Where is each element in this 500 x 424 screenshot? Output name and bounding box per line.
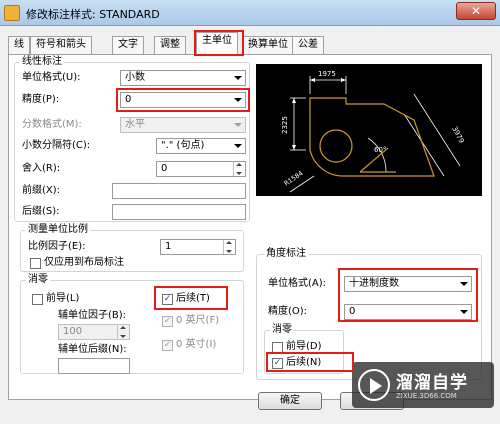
group-angular-title: 角度标注	[264, 248, 308, 260]
roundoff-spinner[interactable]: 0	[156, 161, 246, 177]
decimal-separator-label: 小数分隔符(C):	[22, 140, 91, 151]
watermark-brand: 溜溜自学	[396, 373, 468, 393]
leading-zero-checkbox[interactable]	[32, 294, 43, 305]
angular-unit-format-label: 单位格式(A):	[268, 278, 327, 289]
fraction-format-combo: 水平	[120, 117, 246, 133]
sub-units-factor-value: 100	[63, 326, 83, 337]
decimal-separator-combo[interactable]: "." (句点)	[156, 138, 246, 154]
sub-units-suffix-input[interactable]	[58, 358, 130, 374]
angular-leading-label: 前导(D)	[286, 341, 322, 352]
preview-dim-left: 2325	[281, 116, 289, 134]
tab-alternate-units[interactable]: 换算单位	[242, 36, 294, 54]
preview-drawing: 1975 2325 3979 60° R1584	[281, 70, 466, 193]
inches-zero-label: 0 英寸(I)	[176, 339, 217, 350]
group-linear-title: 线性标注	[20, 56, 64, 68]
prefix-label: 前缀(X):	[22, 185, 61, 196]
close-button[interactable]: ✕	[456, 2, 496, 20]
sub-units-factor-spinner: 100	[58, 324, 130, 340]
angular-precision-label: 精度(O):	[268, 306, 308, 317]
inches-zero-checkbox: ✓	[162, 340, 173, 351]
fraction-format-label: 分数格式(M):	[22, 119, 82, 130]
fraction-format-value: 水平	[125, 119, 145, 130]
angular-precision-combo[interactable]: 0	[344, 304, 472, 320]
trailing-zero-checkbox[interactable]: ✓	[162, 294, 173, 305]
tab-symbols-arrows[interactable]: 符号和箭头	[30, 36, 92, 54]
sub-units-suffix-label: 辅单位后缀(N):	[58, 344, 127, 355]
angular-leading-checkbox[interactable]	[272, 342, 283, 353]
spin-arrows-icon[interactable]	[233, 162, 245, 176]
linear-precision-value: 0	[125, 94, 132, 105]
dimension-preview: 1975 2325 3979 60° R1584	[256, 64, 482, 196]
leading-zero-label: 前导(L)	[46, 293, 80, 304]
scale-factor-label: 比例因子(E):	[28, 241, 86, 252]
suffix-input[interactable]	[112, 204, 246, 220]
chevron-down-icon	[234, 76, 242, 80]
play-logo-icon	[358, 369, 390, 401]
layout-only-checkbox[interactable]	[30, 258, 41, 269]
preview-dim-right: 3979	[450, 125, 465, 144]
group-measurement-scale-title: 测量单位比例	[26, 224, 90, 236]
spin-arrows-icon[interactable]	[223, 240, 235, 254]
tab-fit[interactable]: 调整	[154, 36, 186, 54]
app-icon	[4, 5, 20, 21]
chevron-down-icon	[460, 310, 468, 314]
angular-precision-value: 0	[349, 306, 356, 317]
linear-unit-format-value: 小数	[125, 72, 145, 83]
angular-trailing-checkbox[interactable]: ✓	[272, 358, 283, 369]
angular-trailing-label: 后续(N)	[286, 357, 322, 368]
roundoff-label: 舍入(R):	[22, 163, 61, 174]
group-zero-suppression-title: 消零	[26, 274, 50, 286]
ok-button[interactable]: 确定	[258, 392, 322, 410]
tab-lines[interactable]: 线	[8, 36, 30, 54]
title-bar: 修改标注样式: STANDARD ✕	[0, 0, 500, 26]
spin-arrows-icon	[117, 325, 129, 339]
roundoff-value: 0	[161, 163, 168, 174]
window-title: 修改标注样式: STANDARD	[26, 8, 160, 21]
suffix-label: 后缀(S):	[22, 206, 60, 217]
chevron-down-icon	[234, 123, 242, 127]
sub-units-factor-label: 辅单位因子(B):	[58, 310, 127, 321]
linear-unit-format-label: 单位格式(U):	[22, 72, 81, 83]
chevron-down-icon	[460, 282, 468, 286]
angular-unit-format-combo[interactable]: 十进制度数	[344, 276, 472, 292]
chevron-down-icon	[234, 98, 242, 102]
watermark-url: ZIXUE.3D66.COM	[396, 392, 457, 400]
scale-factor-spinner[interactable]: 1	[160, 239, 236, 255]
group-angular-zero-title: 消零	[270, 324, 294, 336]
angular-unit-format-value: 十进制度数	[349, 278, 399, 289]
linear-unit-format-combo[interactable]: 小数	[120, 70, 246, 86]
tab-text[interactable]: 文字	[112, 36, 144, 54]
trailing-zero-label: 后续(T)	[176, 293, 210, 304]
feet-zero-checkbox: ✓	[162, 316, 173, 327]
decimal-separator-value: "." (句点)	[161, 140, 205, 151]
preview-dim-angle: 60°	[374, 146, 386, 154]
layout-only-label: 仅应用到布局标注	[44, 257, 124, 268]
watermark: 溜溜自学 ZIXUE.3D66.COM	[352, 362, 494, 408]
linear-precision-combo[interactable]: 0	[120, 92, 246, 108]
chevron-down-icon	[234, 144, 242, 148]
linear-precision-label: 精度(P):	[22, 94, 60, 105]
prefix-input[interactable]	[112, 183, 246, 199]
scale-factor-value: 1	[165, 241, 172, 252]
feet-zero-label: 0 英尺(F)	[176, 315, 220, 326]
tab-tolerances[interactable]: 公差	[292, 36, 324, 54]
tab-primary-units[interactable]: 主单位	[196, 32, 238, 55]
preview-dim-top: 1975	[318, 70, 336, 78]
